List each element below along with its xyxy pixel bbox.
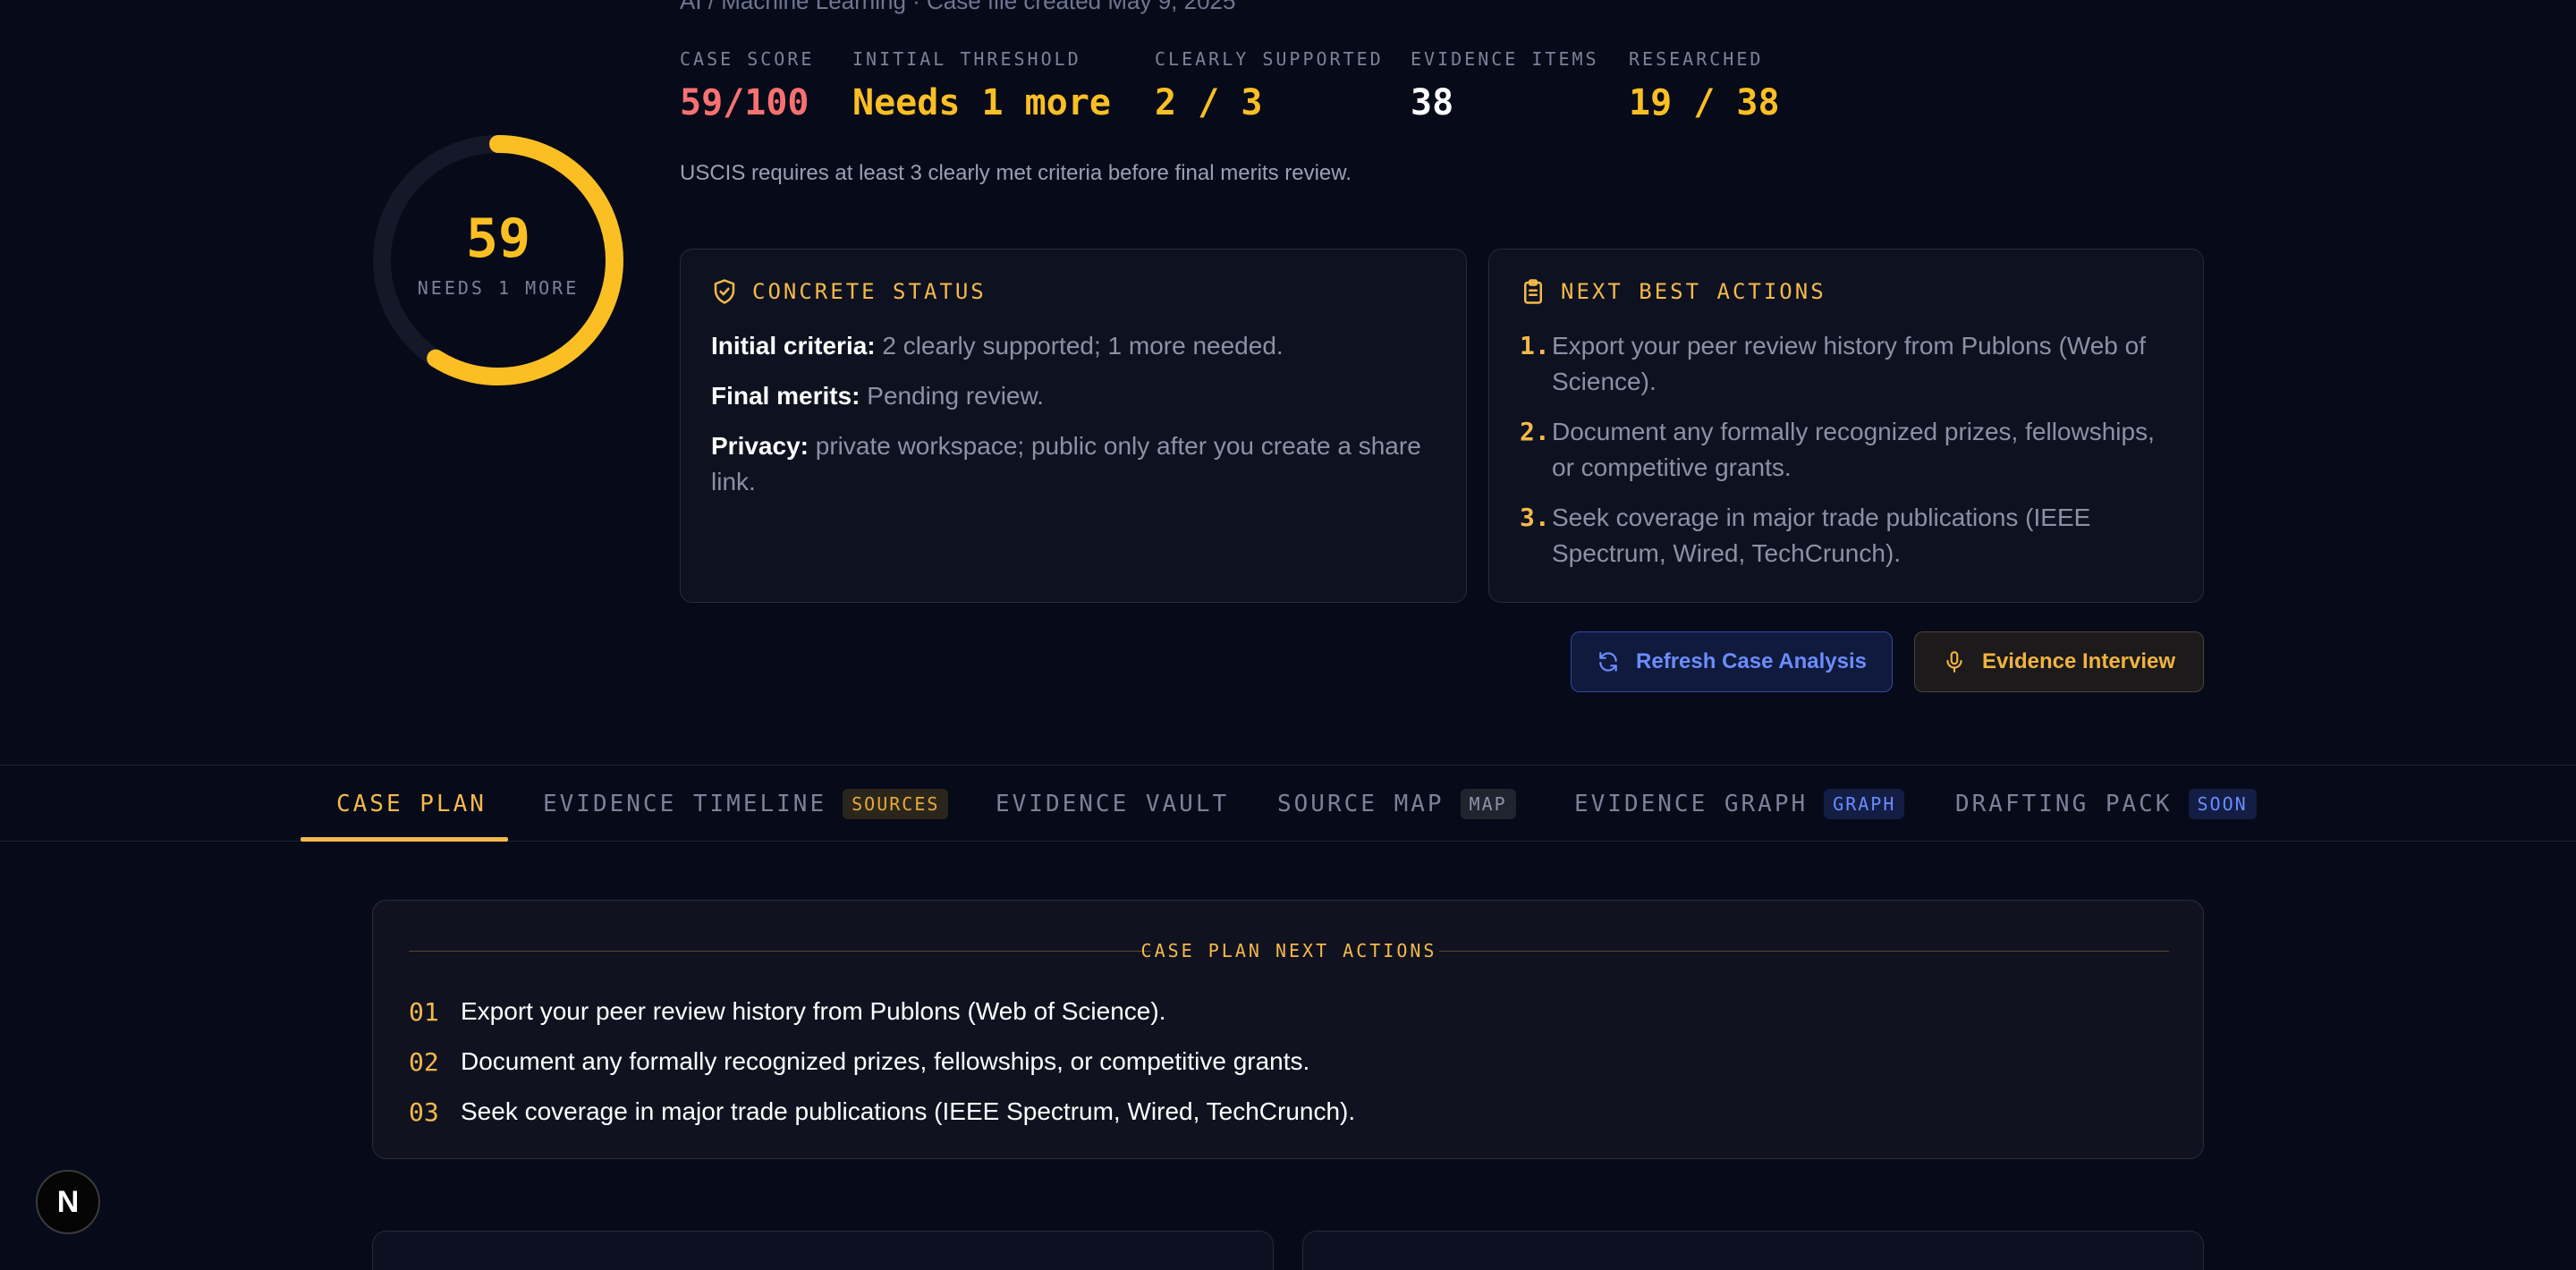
tab-bar: CASE PLAN EVIDENCE TIMELINE SOURCES EVID…: [0, 765, 2576, 842]
tab-label: EVIDENCE GRAPH: [1574, 791, 1809, 817]
concrete-status-card: CONCRETE STATUS Initial criteria: 2 clea…: [680, 249, 1467, 603]
tab-evidence-vault[interactable]: EVIDENCE VAULT: [996, 766, 1229, 842]
microphone-icon: [1946, 651, 1962, 673]
status-initial-criteria: Initial criteria: 2 clearly supported; 1…: [711, 328, 1436, 364]
evidence-interview-button[interactable]: Evidence Interview: [1914, 631, 2204, 692]
shield-check-icon: [714, 279, 735, 304]
list-item-number: 3.: [1520, 503, 1550, 532]
clipboard-list-icon: [1524, 279, 1542, 304]
stat-label: EVIDENCE ITEMS: [1411, 48, 1599, 70]
tab-evidence-timeline[interactable]: EVIDENCE TIMELINE SOURCES: [543, 766, 949, 842]
status-text: private workspace; public only after you…: [711, 432, 1421, 495]
list-item: 01 Export your peer review history from …: [409, 986, 1355, 1037]
actions-list: 1. Export your peer review history from …: [1520, 328, 2173, 572]
list-item-text: Document any formally recognized prizes,…: [461, 1047, 1310, 1075]
card-title: NEXT BEST ACTIONS: [1561, 279, 1826, 304]
status-label: Privacy:: [711, 432, 809, 460]
case-plan-list: 01 Export your peer review history from …: [409, 986, 1355, 1137]
status-privacy: Privacy: private workspace; public only …: [711, 428, 1436, 500]
uscis-note: USCIS requires at least 3 clearly met cr…: [680, 161, 1352, 185]
tab-label: EVIDENCE TIMELINE: [543, 791, 827, 817]
list-item-text: Seek coverage in major trade publication…: [1552, 504, 2091, 567]
card-title: CONCRETE STATUS: [752, 279, 987, 304]
active-tab-indicator: [301, 837, 508, 842]
tab-badge: GRAPH: [1824, 789, 1905, 819]
list-item-number: 03: [409, 1096, 439, 1127]
stat-value: 19 / 38: [1629, 82, 1780, 123]
list-item: 1. Export your peer review history from …: [1520, 328, 2173, 400]
tab-case-plan[interactable]: CASE PLAN: [336, 766, 487, 842]
card-header: CONCRETE STATUS: [711, 278, 1436, 305]
tab-badge: SOURCES: [843, 789, 949, 819]
stat-value: 59/100: [680, 82, 809, 123]
stat-label: INITIAL THRESHOLD: [852, 48, 1081, 70]
tab-source-map[interactable]: SOURCE MAP MAP: [1277, 766, 1516, 842]
tab-drafting-pack[interactable]: DRAFTING PACK SOON: [1955, 766, 2257, 842]
button-label: Evidence Interview: [1981, 649, 2176, 673]
stat-clearly-supported: CLEARLY SUPPORTED 2 / 3: [1155, 48, 1384, 123]
score-ring-value: 59: [465, 207, 531, 270]
stat-researched: RESEARCHED 19 / 38: [1629, 48, 1780, 123]
score-ring-label: NEEDS 1 MORE: [417, 277, 580, 299]
stat-initial-threshold: INITIAL THRESHOLD Needs 1 more: [852, 48, 1112, 123]
list-item-number: 2.: [1520, 417, 1550, 446]
stat-label: RESEARCHED: [1629, 48, 1764, 70]
framework-badge-button[interactable]: N: [36, 1170, 100, 1234]
list-item-number: 1.: [1520, 331, 1550, 360]
card-header: NEXT BEST ACTIONS: [1520, 278, 2173, 305]
tab-badge: SOON: [2188, 789, 2257, 819]
list-item: 02 Document any formally recognized priz…: [409, 1037, 1355, 1087]
status-label: Initial criteria:: [711, 332, 876, 360]
case-score-ring: 59 NEEDS 1 MORE: [369, 131, 628, 390]
lower-card-left: [372, 1231, 1274, 1270]
case-subtitle: AI / Machine Learning · Case file create…: [680, 0, 1236, 14]
tab-label: EVIDENCE VAULT: [996, 791, 1230, 817]
list-item-number: 01: [409, 996, 439, 1027]
list-item-text: Seek coverage in major trade publication…: [461, 1097, 1356, 1125]
status-text: 2 clearly supported; 1 more needed.: [875, 332, 1284, 360]
button-label: Refresh Case Analysis: [1636, 649, 1867, 673]
tab-evidence-graph[interactable]: EVIDENCE GRAPH GRAPH: [1574, 766, 1905, 842]
case-plan-title: CASE PLAN NEXT ACTIONS: [1140, 940, 1437, 961]
stat-label: CLEARLY SUPPORTED: [1155, 48, 1384, 70]
next-best-actions-card: NEXT BEST ACTIONS 1. Export your peer re…: [1488, 249, 2204, 603]
list-item: 2. Document any formally recognized priz…: [1520, 414, 2173, 486]
stat-value: 38: [1411, 82, 1454, 123]
stats-row: CASE SCORE 59/100 INITIAL THRESHOLD Need…: [680, 48, 1823, 123]
list-item-text: Export your peer review history from Pub…: [1552, 332, 2146, 395]
stat-value: Needs 1 more: [852, 82, 1111, 123]
list-item-number: 02: [409, 1046, 439, 1077]
refresh-icon: [1599, 652, 1617, 672]
refresh-case-analysis-button[interactable]: Refresh Case Analysis: [1571, 631, 1893, 692]
status-final-merits: Final merits: Pending review.: [711, 378, 1436, 414]
tab-label: DRAFTING PACK: [1955, 791, 2173, 817]
tab-label: CASE PLAN: [336, 791, 487, 817]
list-item: 03 Seek coverage in major trade publicat…: [409, 1087, 1355, 1137]
list-item: 3. Seek coverage in major trade publicat…: [1520, 500, 2173, 572]
list-item-text: Export your peer review history from Pub…: [461, 997, 1166, 1025]
stat-case-score: CASE SCORE 59/100: [680, 48, 815, 123]
stat-value: 2 / 3: [1155, 82, 1263, 123]
case-plan-card: CASE PLAN NEXT ACTIONS 01 Export your pe…: [372, 900, 2204, 1159]
list-item-text: Document any formally recognized prizes,…: [1552, 418, 2155, 481]
tab-badge: MAP: [1460, 789, 1516, 819]
lower-card-right: [1302, 1231, 2204, 1270]
status-text: Pending review.: [860, 382, 1044, 410]
stat-evidence-items: EVIDENCE ITEMS 38: [1411, 48, 1599, 123]
status-label: Final merits:: [711, 382, 860, 410]
stat-label: CASE SCORE: [680, 48, 815, 70]
tab-label: SOURCE MAP: [1277, 791, 1445, 817]
